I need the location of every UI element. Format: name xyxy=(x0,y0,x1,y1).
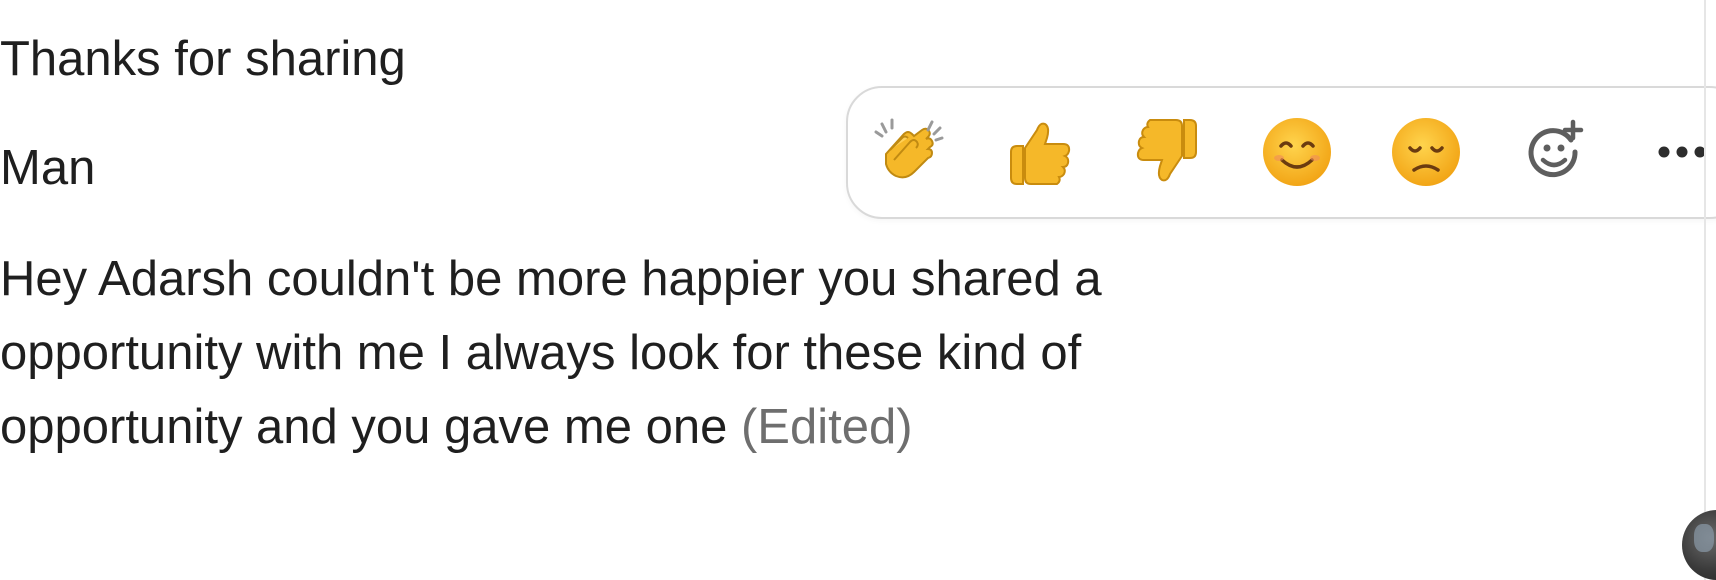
message-body: Hey Adarsh couldn't be more happier you … xyxy=(0,252,1102,454)
thumbs-down-icon[interactable] xyxy=(1126,110,1210,194)
edited-label: (Edited) xyxy=(740,400,913,454)
message-text: Thanks for sharing xyxy=(0,32,406,86)
add-reaction-icon[interactable] xyxy=(1513,110,1597,194)
thumbs-up-icon[interactable] xyxy=(997,110,1081,194)
panel-divider xyxy=(1704,0,1706,580)
conversation-view: Thanks for sharing Man Hey Adarsh couldn… xyxy=(0,0,1716,580)
message-text: Hey Adarsh couldn't be more happier you … xyxy=(0,242,1330,464)
reaction-toolbar xyxy=(846,86,1716,219)
message-text: Man xyxy=(0,141,96,195)
disappointed-face-icon[interactable] xyxy=(1384,110,1468,194)
user-avatar[interactable] xyxy=(1682,510,1716,580)
clapping-hands-icon[interactable] xyxy=(868,110,952,194)
smiling-face-icon[interactable] xyxy=(1255,110,1339,194)
